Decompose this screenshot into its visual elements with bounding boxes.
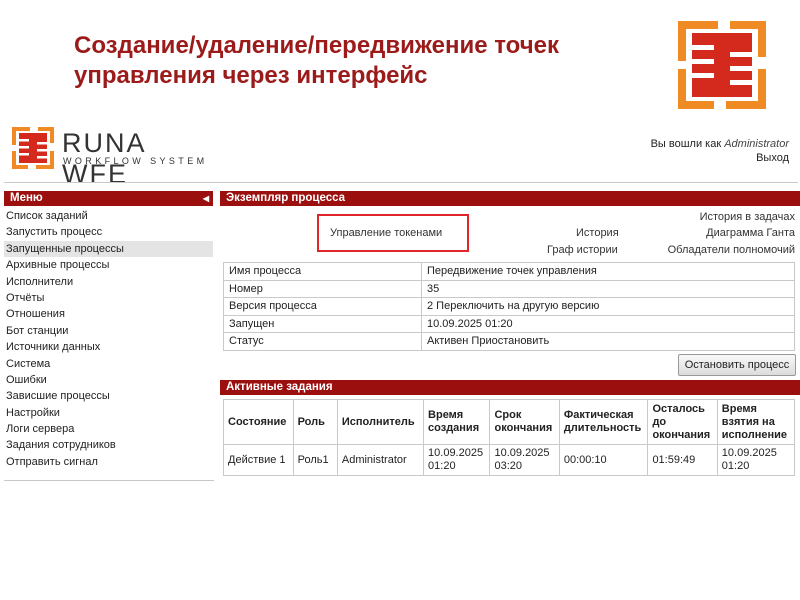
menu-item[interactable]: Задания сотрудников — [4, 437, 213, 453]
menu-item[interactable]: Отчёты — [4, 290, 213, 306]
runa-chip-logo-icon — [678, 21, 766, 109]
table-cell: 10.09.2025 03:20 — [489, 444, 560, 476]
table-row: Имя процесса Передвижение точек управлени… — [223, 262, 795, 281]
menu-item[interactable]: Отношения — [4, 306, 213, 322]
menu-item[interactable]: Источники данных — [4, 339, 213, 355]
menu-item[interactable]: Отправить сигнал — [4, 454, 213, 470]
info-value: 10.09.2025 01:20 — [421, 314, 795, 333]
info-key: Имя процесса — [223, 262, 422, 281]
menu-item[interactable]: Логи сервера — [4, 421, 213, 437]
triangle-left-icon[interactable]: ◀ — [203, 191, 209, 206]
sidebar-menu: Меню ◀ Список заданий Запустить процесс За… — [4, 191, 213, 470]
menu-item[interactable]: Запустить процесс — [4, 224, 213, 240]
menu-bottom-divider — [4, 480, 214, 481]
info-key: Версия процесса — [223, 297, 422, 316]
tokens-link-highlight — [317, 214, 469, 252]
table-cell: 10.09.2025 01:20 — [716, 444, 796, 476]
menu-item[interactable]: Бот станции — [4, 323, 213, 339]
info-key: Запущен — [223, 314, 422, 333]
table-header-row: Состояние Роль Исполнитель Время создания Ср… — [223, 399, 796, 445]
logout-link[interactable]: Выход — [651, 151, 789, 165]
menu-list: Список заданий Запустить процесс Запущенны… — [4, 208, 213, 470]
info-key: Номер — [223, 279, 422, 298]
active-tasks-header: Активные задания — [220, 380, 800, 395]
column-header[interactable]: Время взятия на исполнение — [716, 399, 796, 445]
menu-header: Меню ◀ — [4, 191, 213, 206]
runa-logo-mark-icon — [12, 127, 54, 169]
menu-item[interactable]: Запущенные процессы — [4, 240, 213, 258]
brand-subtitle: WORKFLOW SYSTEM — [63, 156, 208, 166]
menu-item[interactable]: Ошибки — [4, 372, 213, 388]
info-value: 35 — [421, 279, 795, 298]
delegates-link[interactable]: Обладатели полномочий — [668, 244, 795, 256]
login-info: Вы вошли как Administrator Выход — [651, 137, 789, 165]
column-header[interactable]: Время создания — [423, 399, 491, 445]
menu-title: Меню — [10, 192, 43, 204]
table-row: Статус Активен Приостановить — [223, 332, 795, 351]
header-divider — [4, 182, 798, 183]
table-row: Версия процесса 2 Переключить на другую в… — [223, 297, 795, 316]
column-header[interactable]: Срок окончания — [489, 399, 560, 445]
table-row: Запущен 10.09.2025 01:20 — [223, 314, 795, 333]
current-user[interactable]: Administrator — [724, 138, 789, 150]
active-tasks-table: Состояние Роль Исполнитель Время создания Ср… — [223, 399, 796, 476]
column-header[interactable]: Исполнитель — [336, 399, 425, 445]
table-cell: Administrator — [336, 444, 425, 476]
process-info-table: Имя процесса Передвижение точек управлени… — [223, 262, 795, 351]
runa-wfe-logo[interactable]: RUNA WFE WORKFLOW SYSTEM — [12, 127, 212, 189]
table-cell: 10.09.2025 01:20 — [423, 444, 491, 476]
table-cell: 01:59:49 — [647, 444, 718, 476]
info-value: Активен Приостановить — [421, 332, 795, 351]
menu-item[interactable]: Система — [4, 356, 213, 372]
menu-item[interactable]: Список заданий — [4, 208, 213, 224]
column-header[interactable]: Фактическая длительность — [558, 399, 649, 445]
table-cell: Роль1 — [292, 444, 338, 476]
menu-item[interactable]: Исполнители — [4, 274, 213, 290]
info-key: Статус — [223, 332, 422, 351]
table-row[interactable]: Действие 1 Роль1 Administrator 10.09.2025 0… — [223, 444, 796, 476]
table-row: Номер 35 — [223, 279, 795, 298]
slide-title: Создание/удаление/передвижение точек упр… — [74, 32, 560, 89]
history-in-tasks-link[interactable]: История в задачах — [700, 211, 795, 223]
logged-in-label: Вы вошли как — [650, 138, 722, 150]
table-cell: Действие 1 — [223, 444, 294, 476]
menu-item[interactable]: Зависшие процессы — [4, 388, 213, 404]
column-header[interactable]: Роль — [292, 399, 338, 445]
menu-item[interactable]: Архивные процессы — [4, 257, 213, 273]
column-header[interactable]: Состояние — [223, 399, 294, 445]
history-graph-link[interactable]: Граф истории — [547, 244, 618, 256]
menu-item[interactable]: Настройки — [4, 405, 213, 421]
table-cell: 00:00:10 — [558, 444, 649, 476]
history-link[interactable]: История — [576, 227, 619, 239]
gantt-chart-link[interactable]: Диаграмма Ганта — [706, 227, 795, 239]
info-value: 2 Переключить на другую версию — [421, 297, 795, 316]
process-instance-header: Экземпляр процесса — [220, 191, 800, 206]
info-value: Передвижение точек управления — [421, 262, 795, 281]
stop-process-button[interactable]: Остановить процесс — [678, 354, 796, 376]
column-header[interactable]: Осталось до окончания — [647, 399, 718, 445]
